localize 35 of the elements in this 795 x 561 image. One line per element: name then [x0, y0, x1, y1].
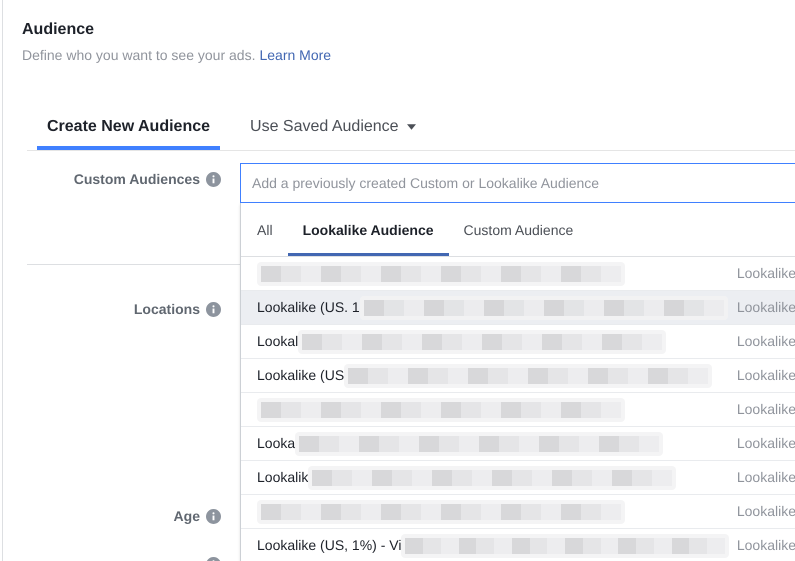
audience-row[interactable]: Lookalike (US. 1 Lookalike	[241, 291, 795, 325]
audience-type: Lookalike	[736, 400, 795, 419]
audience-row[interactable]: Looka Lookalike	[241, 427, 795, 461]
audience-type: Lookalike	[736, 366, 795, 385]
info-icon	[206, 302, 221, 317]
audience-type: Lookalike	[736, 502, 795, 521]
audience-row[interactable]: Lookalike (US, 1%) - Vi Lookalike	[241, 529, 795, 561]
audience-row[interactable]: Lookalik Lookalike	[241, 461, 795, 495]
section-title: Audience	[22, 20, 96, 40]
audience-type: Lookalike	[736, 434, 795, 453]
audience-name: Looka	[257, 434, 296, 453]
audience-name: Lookalike (US	[257, 366, 344, 385]
learn-more-link[interactable]: Learn More	[259, 45, 332, 66]
search-field[interactable]: Add a previously created Custom or Lookalike Audience	[240, 163, 795, 203]
info-icon	[206, 172, 221, 187]
field-label: Locations	[134, 300, 200, 319]
audience-name: Lookalike (US, 1%) - Vi	[257, 536, 402, 555]
tab[interactable]: Create New Audience	[37, 108, 220, 150]
tab[interactable]: Use Saved Audience	[240, 108, 426, 150]
audience-name: Lookal	[257, 332, 298, 351]
audience-name: Lookalike (US. 1	[257, 298, 360, 317]
audience-type: Lookalike	[736, 332, 795, 351]
audience-name: Lookalik	[257, 468, 308, 487]
audience-type: Lookalike	[736, 468, 795, 487]
tab[interactable]: Custom Audience	[448, 203, 588, 256]
field-label: Age	[174, 507, 200, 526]
audience-type: Lookalike	[736, 536, 795, 555]
audience-row[interactable]: Lookal Lookalike	[241, 325, 795, 359]
audience-row[interactable]: Lookalike (US Lookalike	[241, 359, 795, 393]
audience-type: Lookalike	[736, 298, 795, 317]
info-icon	[206, 509, 221, 524]
tab[interactable]: All	[241, 203, 288, 256]
field-label: Custom Audiences	[74, 170, 200, 189]
audience-type: Lookalike	[736, 264, 795, 283]
description: Define who you want to see your ads.	[22, 46, 256, 65]
